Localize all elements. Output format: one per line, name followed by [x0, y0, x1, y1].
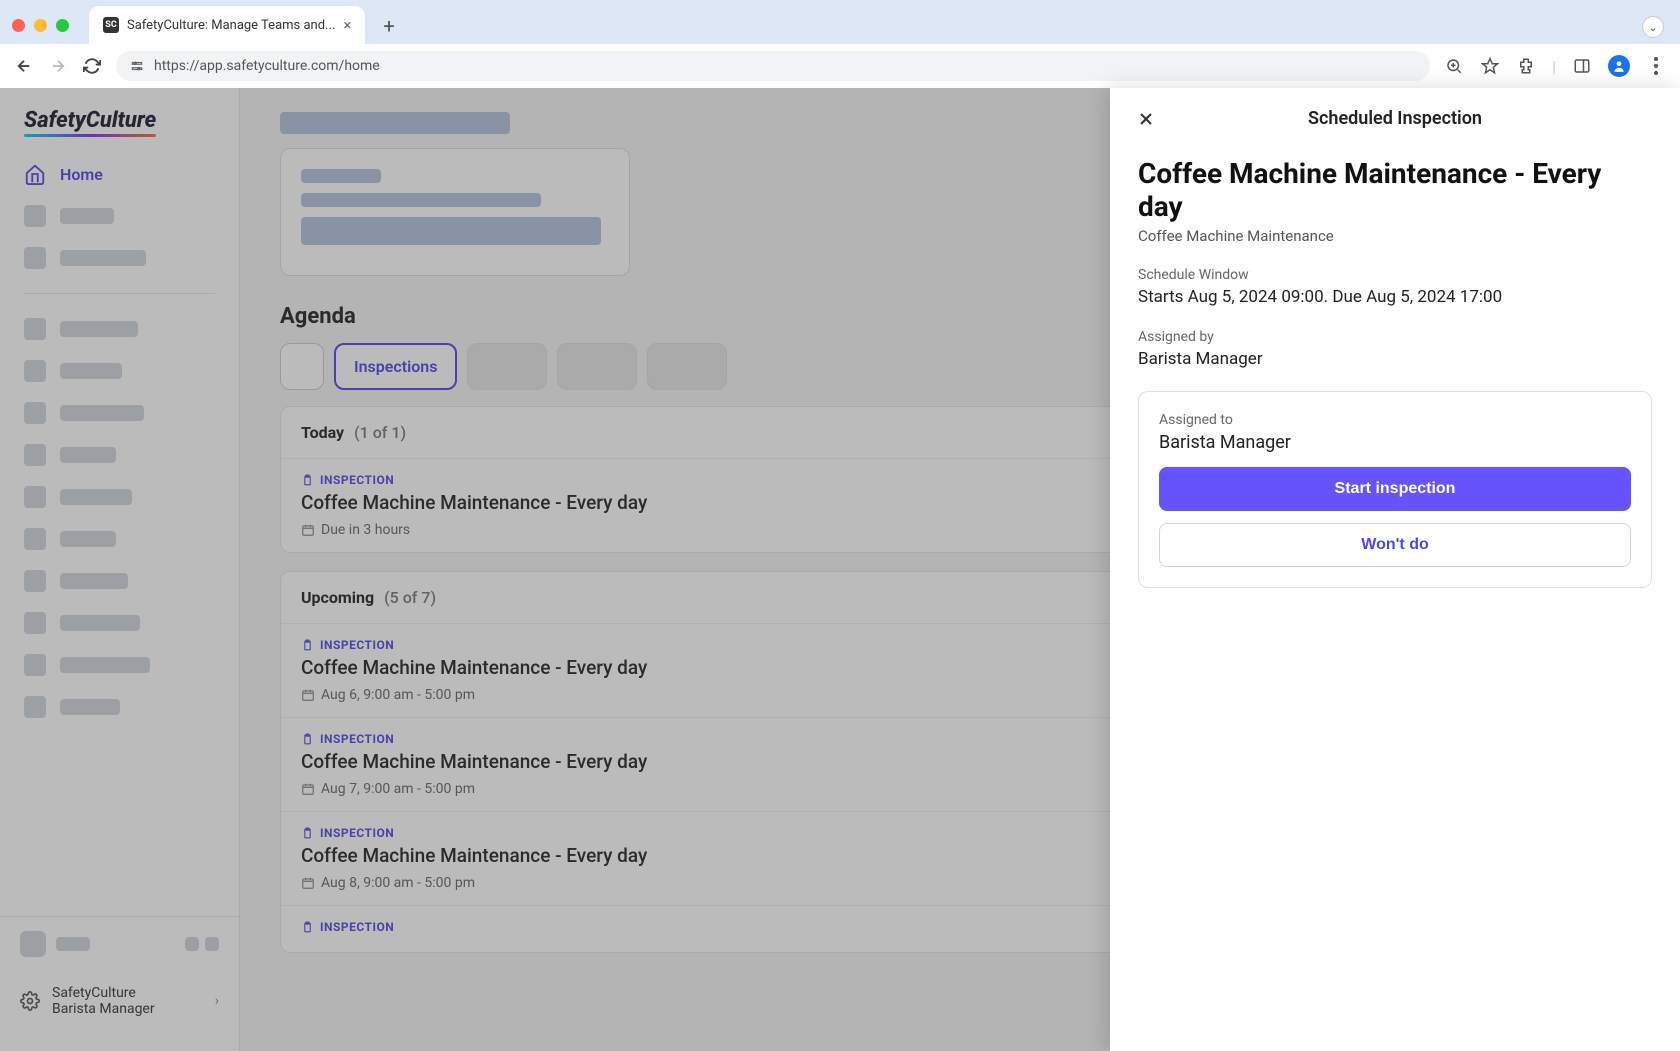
tab-skeleton — [467, 343, 547, 390]
extensions-icon[interactable] — [1516, 56, 1536, 76]
sidebar-item-skeleton — [0, 560, 239, 602]
sidebar-item-skeleton — [0, 308, 239, 350]
menu-icon[interactable] — [1646, 56, 1666, 76]
sidebar-item-skeleton — [0, 476, 239, 518]
zoom-icon[interactable] — [1444, 56, 1464, 76]
new-tab-button[interactable]: + — [373, 8, 404, 44]
tab-inspections[interactable]: Inspections — [334, 343, 457, 390]
browser-toolbar: https://app.safetyculture.com/home | — [0, 44, 1680, 88]
calendar-icon — [301, 688, 315, 702]
sidebar-item-home[interactable]: Home — [0, 153, 239, 195]
window-controls — [12, 19, 69, 44]
calendar-icon — [301, 782, 315, 796]
address-bar[interactable]: https://app.safetyculture.com/home — [116, 51, 1430, 81]
sidebar-item-skeleton — [0, 392, 239, 434]
assigned-by-label: Assigned by — [1138, 329, 1652, 345]
calendar-icon — [301, 876, 315, 890]
clipboard-icon — [301, 733, 314, 746]
sidebar-item-label: Home — [60, 165, 103, 184]
toolbar-right: | — [1444, 55, 1666, 77]
side-panel-icon[interactable] — [1572, 56, 1592, 76]
gear-icon — [20, 991, 40, 1011]
back-button[interactable] — [14, 56, 34, 76]
browser-chrome: SC SafetyCulture: Manage Teams and... × … — [0, 0, 1680, 88]
template-name: Coffee Machine Maintenance — [1138, 227, 1652, 245]
schedule-window-value: Starts Aug 5, 2024 09:00. Due Aug 5, 202… — [1138, 287, 1652, 307]
browser-tab[interactable]: SC SafetyCulture: Manage Teams and... × — [89, 6, 365, 44]
chrome-dropdown[interactable]: ⌄ — [1642, 16, 1664, 38]
sidebar-item-skeleton — [0, 434, 239, 476]
org-user: Barista Manager — [52, 1001, 155, 1017]
inspection-detail-panel: Scheduled Inspection Coffee Machine Main… — [1110, 88, 1680, 1051]
tab-bar: SC SafetyCulture: Manage Teams and... × … — [0, 0, 1680, 44]
window-maximize[interactable] — [56, 19, 69, 32]
clipboard-icon — [301, 921, 314, 934]
url-text: https://app.safetyculture.com/home — [154, 58, 380, 74]
sidebar-item-skeleton — [0, 602, 239, 644]
tab-skeleton — [280, 343, 324, 390]
clipboard-icon — [301, 639, 314, 652]
sidebar-item-skeleton — [0, 350, 239, 392]
assigned-by-value: Barista Manager — [1138, 349, 1652, 369]
app-root: SafetyCulture Home Safety — [0, 88, 1680, 1051]
profile-avatar[interactable] — [1608, 55, 1630, 77]
window-minimize[interactable] — [34, 19, 47, 32]
site-settings-icon — [130, 59, 144, 73]
sidebar-item-skeleton — [0, 686, 239, 728]
sidebar-footer: SafetyCulture Barista Manager › — [0, 916, 239, 1031]
org-name: SafetyCulture — [52, 985, 155, 1001]
calendar-icon — [301, 523, 315, 537]
header-skeleton — [280, 112, 510, 134]
tab-skeleton — [647, 343, 727, 390]
tab-title: SafetyCulture: Manage Teams and... — [127, 18, 335, 33]
sidebar-item-skeleton — [0, 195, 239, 237]
assigned-to-label: Assigned to — [1159, 412, 1631, 428]
clipboard-icon — [301, 474, 314, 487]
assigned-to-card: Assigned to Barista Manager Start inspec… — [1138, 391, 1652, 588]
chevron-right-icon: › — [215, 993, 219, 1009]
clipboard-icon — [301, 827, 314, 840]
summary-card-skeleton — [280, 148, 630, 276]
sidebar-item-skeleton — [0, 237, 239, 279]
start-inspection-button[interactable]: Start inspection — [1159, 467, 1631, 511]
sidebar-item-skeleton — [0, 518, 239, 560]
window-close[interactable] — [12, 19, 25, 32]
sidebar: SafetyCulture Home Safety — [0, 88, 240, 1051]
assigned-to-value: Barista Manager — [1159, 432, 1631, 453]
close-tab-icon[interactable]: × — [343, 16, 351, 34]
home-icon — [24, 163, 46, 185]
close-panel-button[interactable] — [1134, 107, 1158, 131]
logo: SafetyCulture — [0, 108, 239, 153]
panel-body: Coffee Machine Maintenance - Every day C… — [1110, 149, 1680, 596]
schedule-window-label: Schedule Window — [1138, 267, 1652, 283]
reload-button[interactable] — [82, 56, 102, 76]
forward-button[interactable] — [48, 56, 68, 76]
favicon: SC — [103, 17, 119, 33]
nav-divider — [24, 293, 215, 294]
bookmark-icon[interactable] — [1480, 56, 1500, 76]
org-switcher[interactable]: SafetyCulture Barista Manager › — [0, 971, 239, 1031]
footer-skeleton — [0, 917, 239, 971]
inspection-title: Coffee Machine Maintenance - Every day — [1138, 157, 1652, 223]
tab-skeleton — [557, 343, 637, 390]
panel-header: Scheduled Inspection — [1110, 88, 1680, 149]
wont-do-button[interactable]: Won't do — [1159, 523, 1631, 567]
sidebar-item-skeleton — [0, 644, 239, 686]
panel-heading: Scheduled Inspection — [1308, 108, 1482, 129]
